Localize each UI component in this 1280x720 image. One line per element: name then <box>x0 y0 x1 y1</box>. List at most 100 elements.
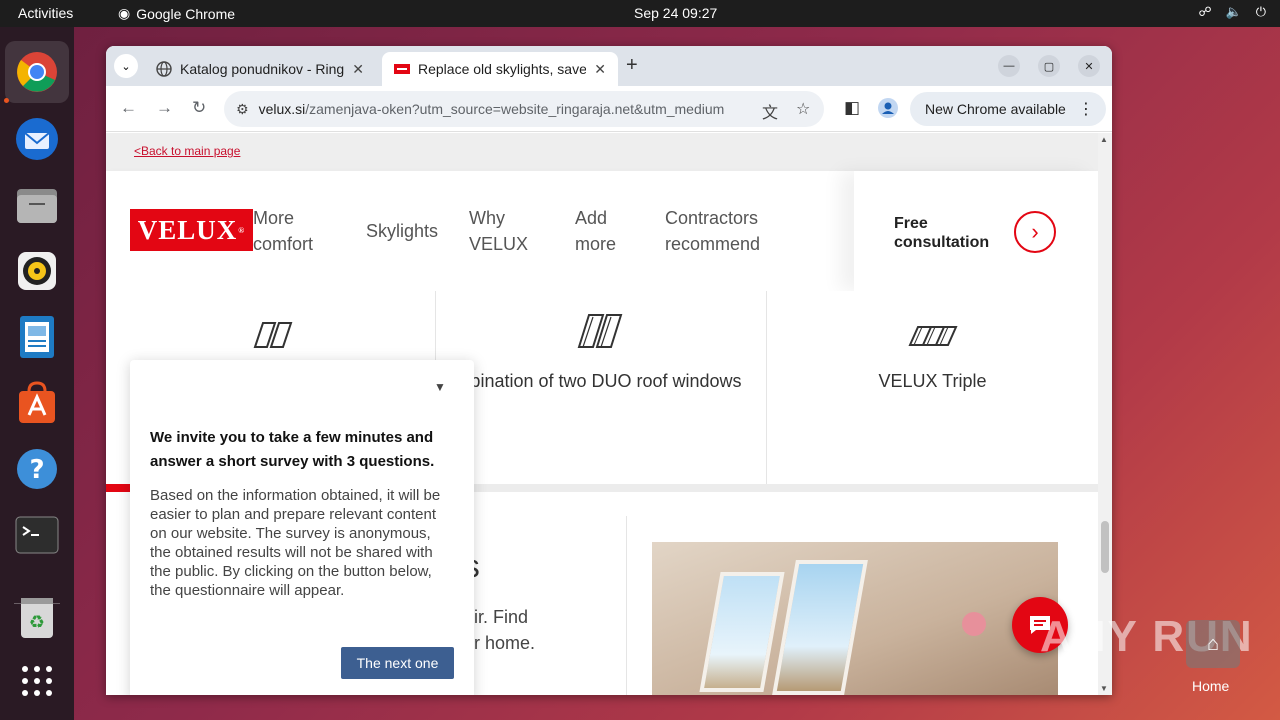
dock-writer[interactable] <box>13 313 61 361</box>
help-icon: ? <box>17 449 57 489</box>
free-consultation-label: Free consultation <box>894 214 1004 252</box>
folder-icon <box>17 189 57 223</box>
attic-room-photo <box>652 542 1058 695</box>
tab-katalog[interactable]: Katalog ponudnikov - Ringaraja.net ✕ <box>144 52 376 86</box>
side-panel-icon[interactable]: ◧ <box>844 98 860 118</box>
nav-add-more[interactable]: Add more <box>575 205 616 257</box>
nav-label: More <box>253 208 295 228</box>
close-window-icon[interactable]: ✕ <box>1078 55 1100 77</box>
triple-roof-window-icon <box>907 326 958 346</box>
nav-contractors-recommend[interactable]: Contractors recommend <box>665 205 760 257</box>
activities-button[interactable]: Activities <box>18 5 73 21</box>
dock-help[interactable]: ? <box>13 445 61 493</box>
translate-icon[interactable]: 文 <box>762 99 778 123</box>
close-tab-icon[interactable]: ✕ <box>594 61 606 78</box>
dock-files[interactable] <box>13 181 61 229</box>
photo-decoration <box>962 612 986 636</box>
dock: ? ♻ <box>0 27 74 720</box>
survey-next-button[interactable]: The next one <box>341 647 454 679</box>
system-tray[interactable]: ☍ 🔈 ⏻ <box>1198 4 1266 20</box>
volume-icon: 🔈 <box>1225 4 1242 19</box>
reload-icon[interactable]: ↻ <box>192 98 206 118</box>
thunderbird-icon <box>16 118 58 160</box>
tab-search-button[interactable]: ⌄ <box>114 54 138 78</box>
survey-popup: ▼ We invite you to take a few minutes an… <box>130 360 474 695</box>
shopping-bag-icon <box>19 381 55 423</box>
nav-why-velux[interactable]: Why VELUX <box>469 205 528 257</box>
svg-text:♻: ♻ <box>29 612 45 633</box>
cta-line: Free <box>894 215 928 232</box>
accent-bar <box>106 484 130 492</box>
dock-thunderbird[interactable] <box>13 115 61 163</box>
minimize-icon[interactable]: — <box>998 55 1020 77</box>
new-chrome-available-button[interactable]: New Chrome available ⋮ <box>910 92 1106 126</box>
tab-strip: ⌄ Katalog ponudnikov - Ringaraja.net ✕ R… <box>106 46 1112 86</box>
toolbar: ← → ↻ ⚙ velux.si /zamenjava-oken?utm_sou… <box>106 86 1112 132</box>
tab-velux[interactable]: Replace old skylights, save energy ✕ <box>382 52 618 86</box>
duo-roof-window-icon <box>577 314 623 348</box>
logo-reg: ® <box>238 225 246 235</box>
survey-question: We invite you to take a few minutes and … <box>150 429 435 470</box>
back-to-main-link[interactable]: <Back to main page <box>134 144 240 158</box>
maximize-icon[interactable]: ▢ <box>1038 55 1060 77</box>
dock-software[interactable] <box>13 379 61 427</box>
chrome-small-icon: ◉ <box>118 5 131 21</box>
chevron-right-icon[interactable]: › <box>1014 211 1056 253</box>
address-bar[interactable]: ⚙ velux.si /zamenjava-oken?utm_source=we… <box>224 91 824 127</box>
nav-skylights[interactable]: Skylights <box>366 218 438 244</box>
tab-title: Katalog ponudnikov - Ringaraja.net <box>180 61 345 77</box>
page-scrollbar[interactable]: ▲ ▼ <box>1098 133 1112 695</box>
dock-trash[interactable]: ♻ <box>13 593 61 641</box>
cta-line: consultation <box>894 234 990 251</box>
bookmark-star-icon[interactable]: ☆ <box>796 99 810 119</box>
new-chrome-label: New Chrome available <box>925 101 1066 117</box>
web-page: <Back to main page VELUX ® More comfort S… <box>106 133 1098 695</box>
home-label: Home <box>1192 678 1230 694</box>
dock-show-apps[interactable] <box>13 657 61 705</box>
chevron-down-icon: ⌄ <box>121 60 131 73</box>
nav-label: Why <box>469 208 505 228</box>
free-consultation-cta[interactable]: Free consultation › <box>854 171 1098 291</box>
app-grid-icon <box>22 666 52 696</box>
logo-text: VELUX <box>137 214 238 245</box>
app-name: Google Chrome <box>136 5 236 22</box>
tab-title: Replace old skylights, save energy <box>418 61 587 77</box>
trash-icon: ♻ <box>21 598 53 638</box>
dock-chrome[interactable] <box>5 41 69 103</box>
nav-label: more <box>575 234 617 254</box>
terminal-icon <box>15 516 59 554</box>
top-bar: Activities ◉ Google Chrome Sep 24 09:27 … <box>0 0 1280 27</box>
kebab-menu-icon[interactable]: ⋮ <box>1078 99 1094 119</box>
survey-body: Based on the information obtained, it wi… <box>150 487 441 599</box>
nav-label: Contractors <box>665 208 759 228</box>
scroll-down-icon[interactable]: ▼ <box>1100 684 1108 693</box>
clock[interactable]: Sep 24 09:27 <box>634 5 717 21</box>
back-bar: <Back to main page <box>106 133 1098 171</box>
close-tab-icon[interactable]: ✕ <box>352 61 364 78</box>
new-tab-icon[interactable]: + <box>626 54 638 77</box>
scroll-up-icon[interactable]: ▲ <box>1100 135 1108 144</box>
document-icon <box>20 316 54 358</box>
photo-window <box>772 560 868 695</box>
site-info-icon[interactable]: ⚙ <box>236 101 249 118</box>
chrome-window: ⌄ Katalog ponudnikov - Ringaraja.net ✕ R… <box>106 46 1112 695</box>
roof-window-icon <box>253 322 292 348</box>
network-icon: ☍ <box>1198 4 1212 19</box>
product-duo-combination[interactable]: nbination of two DUO roof windows <box>436 291 767 484</box>
velux-favicon-icon <box>394 61 410 77</box>
app-menu[interactable]: ◉ Google Chrome <box>118 5 235 22</box>
product-triple[interactable]: VELUX Triple <box>767 291 1098 484</box>
scroll-thumb[interactable] <box>1101 521 1109 573</box>
back-icon[interactable]: ← <box>120 98 137 118</box>
profile-avatar-icon[interactable] <box>878 98 898 123</box>
photo-window <box>699 572 785 692</box>
url-host: velux.si <box>258 101 306 117</box>
home-folder-icon[interactable]: ⌂ <box>1186 620 1240 668</box>
dock-rhythmbox[interactable] <box>13 247 61 295</box>
running-indicator <box>4 98 9 103</box>
dock-terminal[interactable] <box>13 511 61 559</box>
collapse-triangle-icon[interactable]: ▼ <box>434 380 446 394</box>
forward-icon[interactable]: → <box>156 98 173 118</box>
nav-more-comfort[interactable]: More comfort <box>253 205 313 257</box>
velux-logo[interactable]: VELUX ® <box>130 209 253 251</box>
